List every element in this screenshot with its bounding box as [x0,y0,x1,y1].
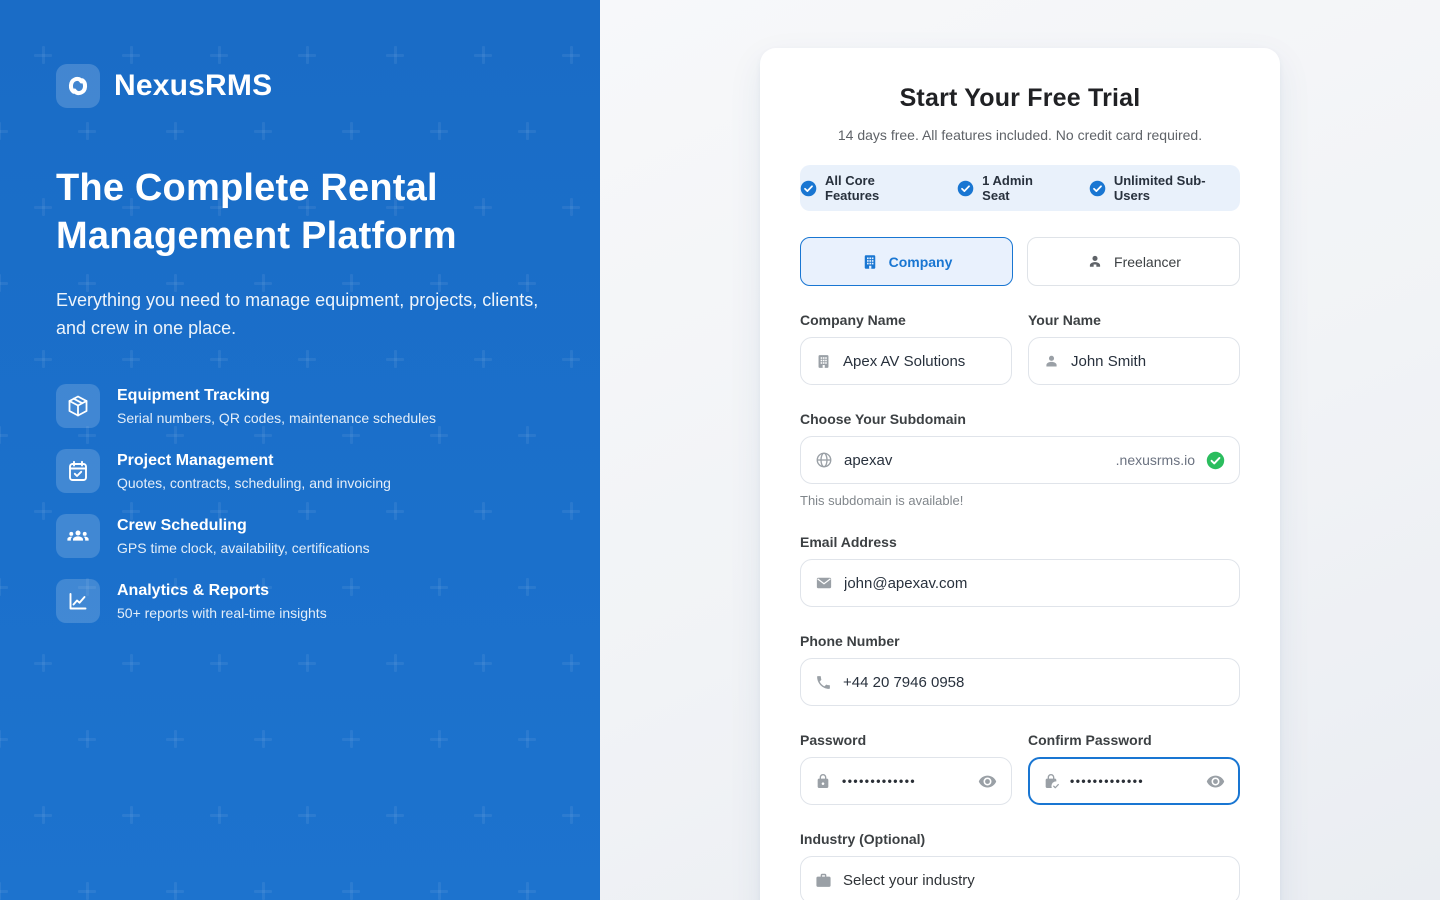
feature-list: Equipment Tracking Serial numbers, QR co… [56,384,544,623]
perk-all-core-features: All Core Features [800,173,931,203]
password-fields-row: Password Confirm Password [800,706,1240,805]
hero-title: The Complete Rental Management Platform [56,164,544,260]
phone-input[interactable] [843,674,1225,691]
phone-field[interactable] [800,658,1240,706]
brand-logo-icon [56,64,100,108]
password-field[interactable] [800,757,1012,805]
account-type-freelancer-label: Freelancer [1114,254,1181,270]
industry-selected-value: Select your industry [843,872,1225,889]
globe-icon [815,451,833,469]
check-circle-icon [800,180,817,197]
person-icon [1086,253,1104,271]
check-circle-icon [957,180,974,197]
email-input[interactable] [844,575,1225,592]
industry-label: Industry (Optional) [800,831,1240,847]
feature-description: Serial numbers, QR codes, maintenance sc… [117,410,436,426]
company-name-field[interactable] [800,337,1012,385]
hero-panel: NexusRMS The Complete Rental Management … [0,0,600,900]
signup-card: Start Your Free Trial 14 days free. All … [760,48,1280,900]
your-name-input[interactable] [1071,353,1225,370]
feature-crew-scheduling: Crew Scheduling GPS time clock, availabi… [56,514,544,558]
perk-admin-seat: 1 Admin Seat [957,173,1063,203]
lock-icon [815,773,831,789]
phone-label: Phone Number [800,633,1240,649]
account-type-company-label: Company [889,254,953,270]
account-type-company-button[interactable]: Company [800,237,1013,286]
password-visibility-toggle[interactable] [978,772,997,791]
subdomain-field[interactable]: .nexusrms.io [800,436,1240,484]
feature-project-management: Project Management Quotes, contracts, sc… [56,449,544,493]
hero-title-line1: The Complete Rental [56,167,438,209]
password-input[interactable] [842,774,967,788]
check-small-icon [1051,781,1061,791]
company-name-input[interactable] [843,353,997,370]
feature-title: Analytics & Reports [117,579,327,600]
feature-description: 50+ reports with real-time insights [117,605,327,621]
account-type-freelancer-button[interactable]: Freelancer [1027,237,1240,286]
subdomain-availability-message: This subdomain is available! [800,493,1240,508]
feature-title: Equipment Tracking [117,384,436,405]
email-field[interactable] [800,559,1240,607]
confirm-password-field[interactable] [1028,757,1240,805]
briefcase-icon [815,872,832,889]
email-label: Email Address [800,534,1240,550]
people-icon [56,514,100,558]
phone-icon [815,674,832,691]
main-area: Start Your Free Trial 14 days free. All … [600,0,1440,900]
hero-subtitle: Everything you need to manage equipment,… [56,286,544,342]
feature-equipment-tracking: Equipment Tracking Serial numbers, QR co… [56,384,544,428]
brand: NexusRMS [56,64,544,108]
feature-description: GPS time clock, availability, certificat… [117,540,370,556]
perk-unlimited-sub-users: Unlimited Sub-Users [1089,173,1240,203]
subdomain-label: Choose Your Subdomain [800,411,1240,427]
check-circle-icon [1089,180,1106,197]
feature-title: Crew Scheduling [117,514,370,535]
calendar-check-icon [56,449,100,493]
account-type-toggle: Company Freelancer [800,237,1240,286]
feature-analytics-reports: Analytics & Reports 50+ reports with rea… [56,579,544,623]
subdomain-input[interactable] [844,452,1105,469]
your-name-field[interactable] [1028,337,1240,385]
eye-icon [1206,772,1225,791]
password-label: Password [800,732,1012,748]
your-name-label: Your Name [1028,312,1240,328]
name-fields-row: Company Name Your Name [800,286,1240,385]
mail-icon [815,574,833,592]
eye-icon [978,772,997,791]
person-icon [1043,353,1060,370]
trial-perks-bar: All Core Features 1 Admin Seat Unlimited… [800,165,1240,211]
confirm-password-input[interactable] [1070,774,1195,788]
feature-description: Quotes, contracts, scheduling, and invoi… [117,475,391,491]
chart-line-icon [56,579,100,623]
confirm-password-label: Confirm Password [1028,732,1240,748]
form-title: Start Your Free Trial [800,84,1240,113]
building-icon [815,353,832,370]
building-icon [861,253,879,271]
hero-title-line2: Management Platform [56,215,457,257]
subdomain-suffix: .nexusrms.io [1116,452,1195,468]
industry-select[interactable]: Select your industry [800,856,1240,900]
company-name-label: Company Name [800,312,1012,328]
form-subtitle: 14 days free. All features included. No … [800,127,1240,143]
brand-name: NexusRMS [114,69,272,103]
feature-title: Project Management [117,449,391,470]
package-icon [56,384,100,428]
check-circle-green-icon [1206,451,1225,470]
confirm-password-visibility-toggle[interactable] [1206,772,1225,791]
